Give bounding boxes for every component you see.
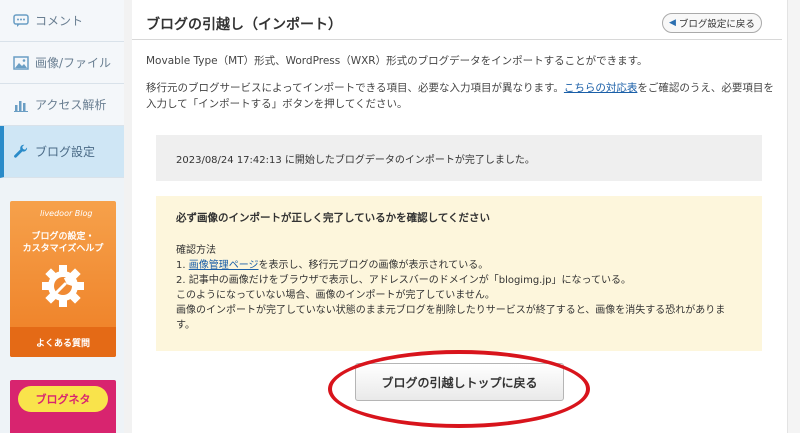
banner-title: ブログの設定・ カスタマイズヘルプ bbox=[22, 232, 104, 254]
blog-neta-label: ブログネタ bbox=[18, 386, 108, 412]
notice-title: 必ず画像のインポートが正しく完了しているかを確認してください bbox=[176, 212, 491, 224]
sidebar: コメント 画像/ファイル アクセス解析 ブログ設定 livedoor Blog … bbox=[0, 0, 124, 433]
bar-chart-icon bbox=[12, 96, 30, 114]
back-to-import-top-button[interactable]: ブログの引越しトップに戻る bbox=[355, 363, 564, 401]
method-label: 確認方法 bbox=[176, 245, 216, 256]
sidebar-item-label: 画像/ファイル bbox=[35, 56, 112, 70]
step-2: 2. 記事中の画像だけをブラウザで表示し、アドレスバーのドメインが「blogim… bbox=[176, 275, 631, 286]
comment-icon bbox=[12, 12, 30, 30]
banner-brand: livedoor Blog bbox=[40, 209, 93, 218]
status-text: 2023/08/24 17:42:13 に開始したブログデータのインポートが完了… bbox=[176, 154, 535, 166]
help-banner[interactable]: livedoor Blog ブログの設定・ カスタマイズヘルプ よくある質問 bbox=[10, 201, 116, 357]
import-status-message: 2023/08/24 17:42:13 に開始したブログデータのインポートが完了… bbox=[156, 135, 762, 181]
format-description: Movable Type（MT）形式、WordPress（WXR）形式のブログデ… bbox=[146, 55, 648, 67]
back-to-settings-button[interactable]: ◀ ブログ設定に戻る bbox=[662, 13, 762, 33]
column-divider bbox=[124, 0, 132, 433]
notice-line-3: このようになっていない場合、画像のインポートが完了していません。 bbox=[176, 290, 495, 301]
sidebar-item-images[interactable]: 画像/ファイル bbox=[0, 42, 124, 84]
sidebar-item-blog-settings[interactable]: ブログ設定 bbox=[0, 126, 124, 178]
main-content: ブログの引越し（インポート） ◀ ブログ設定に戻る Movable Type（M… bbox=[132, 0, 782, 433]
sidebar-item-label: アクセス解析 bbox=[35, 98, 107, 112]
blog-neta-banner[interactable]: ブログネタ bbox=[10, 380, 116, 433]
instructions-text: 移行元のブログサービスによってインポートできる項目、必要な入力項目が異なります。… bbox=[146, 82, 774, 110]
image-icon bbox=[12, 54, 30, 72]
page-header: ブログの引越し（インポート） ◀ ブログ設定に戻る bbox=[132, 10, 782, 40]
notice-line-4: 画像のインポートが完了していない状態のまま元ブログを削除したりサービスが終了する… bbox=[176, 305, 726, 331]
arrow-left-icon: ◀ bbox=[669, 18, 676, 28]
gear-icon bbox=[38, 261, 88, 315]
sidebar-item-label: コメント bbox=[35, 14, 84, 28]
image-check-notice: 必ず画像のインポートが正しく完了しているかを確認してください 確認方法 1. 画… bbox=[156, 196, 762, 351]
faq-link[interactable]: よくある質問 bbox=[10, 327, 116, 357]
sidebar-item-analytics[interactable]: アクセス解析 bbox=[0, 84, 124, 126]
sidebar-item-label: ブログ設定 bbox=[35, 145, 96, 159]
step-1: 1. 画像管理ページを表示し、移行元ブログの画像が表示されている。 bbox=[176, 260, 489, 271]
compatibility-table-link[interactable]: こちらの対応表 bbox=[564, 82, 638, 94]
back-button-label: ブログ設定に戻る bbox=[678, 19, 755, 30]
page-title: ブログの引越し（インポート） bbox=[146, 17, 342, 33]
image-manager-link[interactable]: 画像管理ページ bbox=[189, 260, 259, 271]
wrench-icon bbox=[12, 143, 30, 161]
sidebar-nav: コメント 画像/ファイル アクセス解析 ブログ設定 bbox=[0, 0, 124, 178]
sidebar-item-comments[interactable]: コメント bbox=[0, 0, 124, 42]
page-scrollbar[interactable] bbox=[787, 0, 800, 433]
